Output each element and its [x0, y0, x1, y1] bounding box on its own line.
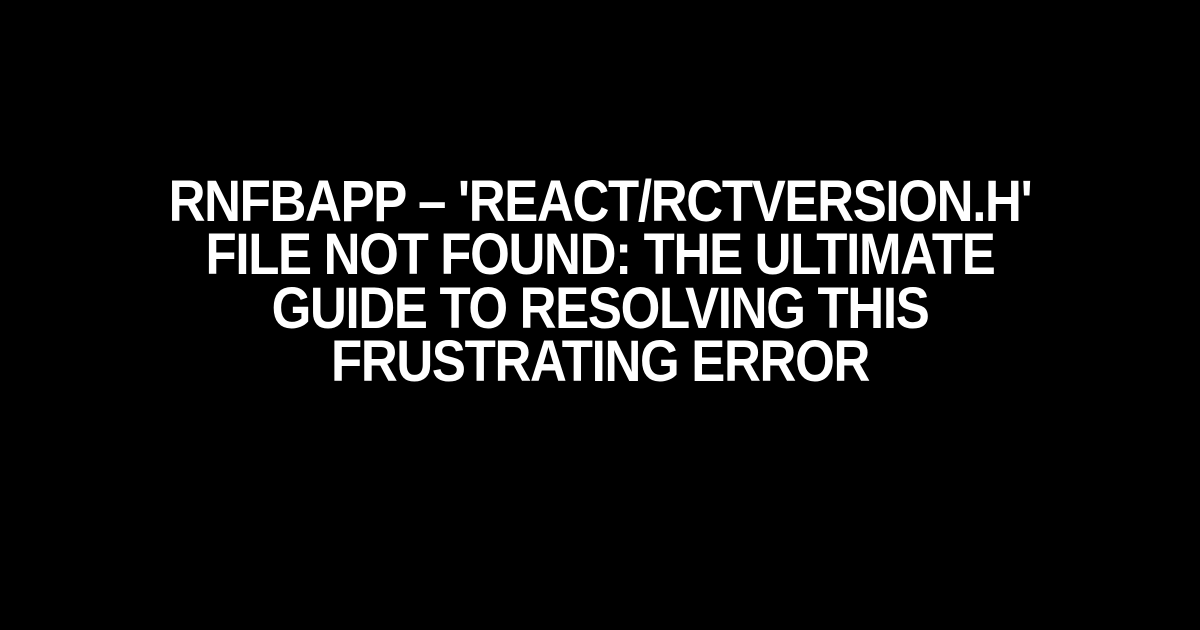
title-container: RNFBAPP – 'REACT/RCTVERSION.H' FILE NOT … [0, 175, 1200, 388]
page-title: RNFBAPP – 'REACT/RCTVERSION.H' FILE NOT … [125, 175, 1075, 388]
